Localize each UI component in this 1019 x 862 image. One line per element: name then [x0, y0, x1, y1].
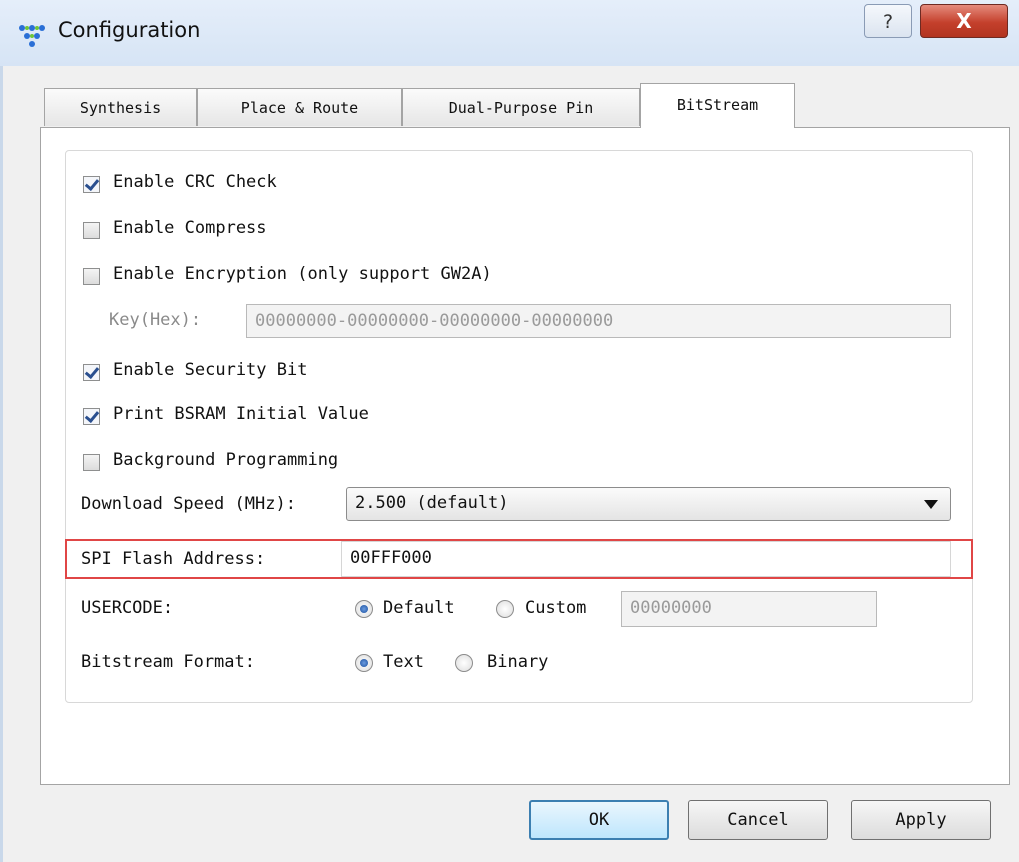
- format-binary-label: Binary: [487, 652, 549, 672]
- usercode-custom-input[interactable]: 00000000: [621, 591, 877, 627]
- tab-synthesis[interactable]: Synthesis: [44, 88, 197, 126]
- usercode-custom-radio[interactable]: [496, 600, 514, 618]
- cancel-button[interactable]: Cancel: [688, 800, 828, 840]
- help-button[interactable]: ?: [864, 4, 912, 38]
- encryption-label: Enable Encryption (only support GW2A): [113, 264, 492, 284]
- download-speed-select[interactable]: 2.500 (default): [346, 487, 951, 521]
- window-title: Configuration: [58, 18, 201, 42]
- crc-label: Enable CRC Check: [113, 172, 277, 192]
- encryption-checkbox[interactable]: [83, 268, 100, 285]
- background-label: Background Programming: [113, 450, 339, 470]
- compress-label: Enable Compress: [113, 218, 267, 238]
- key-label: Key(Hex):: [109, 310, 202, 330]
- speed-label: Download Speed (MHz):: [81, 494, 296, 514]
- spi-flash-address-input[interactable]: 00FFF000: [341, 541, 951, 577]
- close-button[interactable]: X: [920, 4, 1008, 38]
- usercode-default-radio[interactable]: [355, 600, 373, 618]
- bitstream-panel: Enable CRC Check Enable Compress Enable …: [40, 127, 1010, 785]
- window-border: [0, 66, 3, 862]
- tab-bitstream[interactable]: BitStream: [640, 83, 795, 128]
- format-label: Bitstream Format:: [81, 652, 255, 672]
- bsram-label: Print BSRAM Initial Value: [113, 404, 369, 424]
- usercode-label: USERCODE:: [81, 598, 174, 618]
- security-checkbox[interactable]: [83, 364, 100, 381]
- format-binary-radio[interactable]: [455, 654, 473, 672]
- chevron-down-icon: [924, 500, 938, 509]
- ok-button[interactable]: OK: [529, 800, 669, 840]
- compress-checkbox[interactable]: [83, 222, 100, 239]
- apply-button[interactable]: Apply: [851, 800, 991, 840]
- title-bar: Configuration ? X: [0, 0, 1019, 66]
- app-logo-icon: [19, 25, 45, 47]
- key-hex-input[interactable]: 00000000-00000000-00000000-00000000: [246, 304, 951, 338]
- format-text-label: Text: [383, 652, 424, 672]
- security-label: Enable Security Bit: [113, 360, 308, 380]
- usercode-custom-label: Custom: [525, 598, 587, 618]
- tab-dual-purpose-pin[interactable]: Dual-Purpose Pin: [402, 88, 640, 126]
- crc-checkbox[interactable]: [83, 176, 100, 193]
- tab-place-route[interactable]: Place & Route: [197, 88, 402, 126]
- usercode-default-label: Default: [383, 598, 455, 618]
- bsram-checkbox[interactable]: [83, 408, 100, 425]
- background-checkbox[interactable]: [83, 454, 100, 471]
- speed-value: 2.500 (default): [355, 493, 509, 513]
- format-text-radio[interactable]: [355, 654, 373, 672]
- configuration-dialog: Configuration ? X Synthesis Place & Rout…: [0, 0, 1019, 862]
- spi-label: SPI Flash Address:: [81, 549, 266, 569]
